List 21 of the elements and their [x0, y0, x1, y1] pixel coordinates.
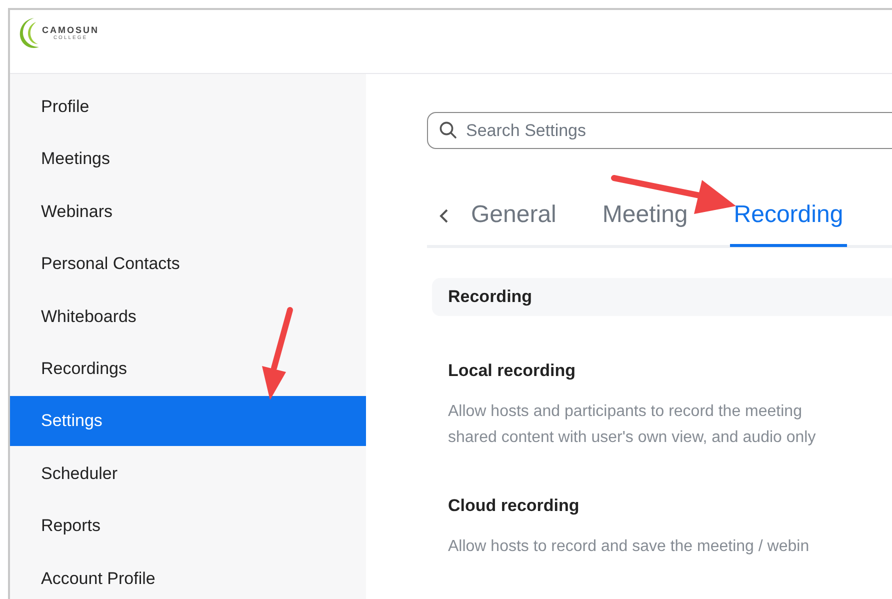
sidebar-item[interactable]: Meetings [10, 134, 366, 184]
setting-title: Local recording [448, 361, 577, 381]
sidebar-item[interactable]: Account Profile [10, 554, 366, 599]
setting-description: Allow hosts to record and save the meeting / webin [448, 537, 810, 557]
search-icon [439, 121, 457, 139]
chevron-left-icon[interactable] [439, 208, 449, 224]
section-title: Recording [448, 287, 532, 307]
setting-description: Allow hosts and participants to record the meeting shared content with user's own view, and audio only [448, 402, 817, 448]
tab[interactable]: General [467, 196, 560, 246]
sidebar-item[interactable]: Profile [10, 82, 366, 132]
sidebar-item[interactable]: Settings [10, 396, 366, 446]
sidebar-item[interactable]: Scheduler [10, 448, 366, 499]
setting-title: Cloud recording [448, 496, 580, 516]
tab[interactable]: Meeting [598, 196, 692, 246]
sidebar-item[interactable]: Reports [10, 501, 366, 552]
sidebar-item[interactable]: Webinars [10, 186, 366, 237]
logo-wordmark: CAMOSUN [42, 24, 99, 34]
search-field[interactable]: Search Settings [427, 112, 892, 149]
sidebar-item[interactable]: Recordings [10, 344, 366, 394]
sidebar-item[interactable]: Personal Contacts [10, 239, 366, 290]
sidebar-item[interactable]: Whiteboards [10, 292, 366, 342]
